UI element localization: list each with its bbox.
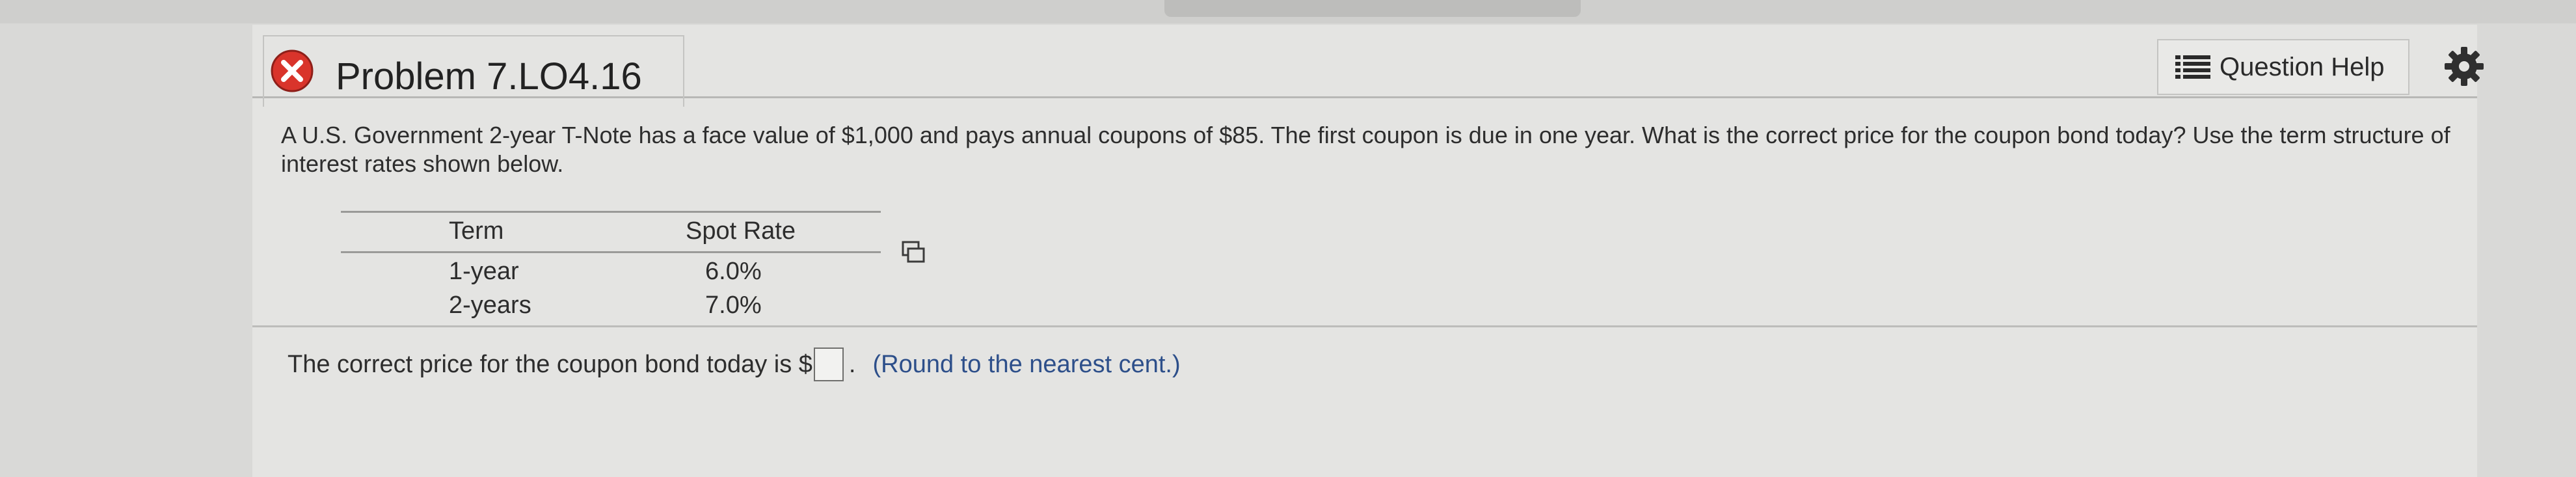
- table-cell-term-2: 2-years: [449, 292, 531, 319]
- gear-icon[interactable]: [2443, 46, 2485, 87]
- question-text: A U.S. Government 2-year T-Note has a fa…: [281, 122, 2450, 177]
- problem-header: Problem 7.LO4.16 Question Help: [252, 25, 2484, 107]
- rounding-note: (Round to the nearest cent.): [872, 350, 1181, 378]
- section-divider: [252, 325, 2477, 327]
- title-box: Problem 7.LO4.16: [263, 35, 684, 107]
- table-header-spot-rate: Spot Rate: [686, 217, 796, 245]
- table-header-term: Term: [449, 217, 504, 245]
- table-cell-rate-2: 7.0%: [705, 292, 762, 319]
- page-title: Problem 7.LO4.16: [336, 55, 642, 98]
- question-help-label: Question Help: [2220, 52, 2385, 81]
- window-top-strip: [0, 0, 2576, 23]
- table-header-rule: [341, 251, 881, 253]
- copy-icon[interactable]: [900, 239, 926, 266]
- problem-panel: Problem 7.LO4.16 Question Help A U.S. Go…: [252, 25, 2484, 477]
- answer-prompt: The correct price for the coupon bond to…: [288, 350, 812, 378]
- answer-input[interactable]: [813, 348, 844, 381]
- question-help-button[interactable]: Question Help: [2157, 39, 2409, 95]
- table-cell-rate-1: 6.0%: [705, 258, 762, 285]
- close-x-icon: [271, 49, 314, 92]
- list-icon: [2175, 55, 2210, 79]
- answer-row: The correct price for the coupon bond to…: [288, 348, 1181, 381]
- table-cell-term-1: 1-year: [449, 258, 519, 285]
- table-top-rule: [341, 211, 881, 213]
- answer-period: .: [848, 350, 856, 378]
- top-tab-lip: [1164, 0, 1581, 17]
